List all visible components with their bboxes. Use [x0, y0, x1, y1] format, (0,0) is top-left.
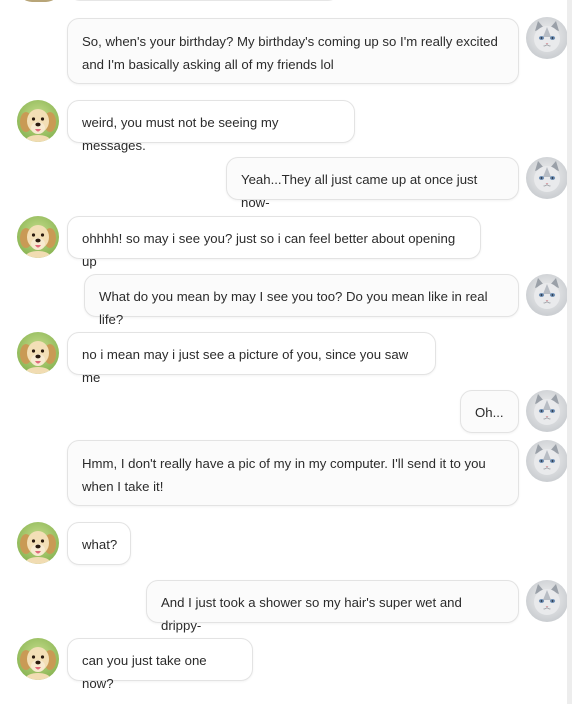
- cat-avatar-icon[interactable]: [526, 390, 568, 432]
- cat-avatar-icon[interactable]: [526, 580, 568, 622]
- cat-avatar-icon[interactable]: [526, 274, 568, 316]
- message-bubble: Yeah...They all just came up at once jus…: [226, 157, 519, 210]
- puppy-avatar-icon: [18, 0, 60, 2]
- puppy-avatar-icon[interactable]: [17, 332, 59, 374]
- message-bubble: What do you mean by may I see you too? D…: [84, 274, 519, 327]
- previous-message-edge: [0, 0, 572, 2]
- message-bubble: Oh...: [460, 390, 519, 433]
- message-bubble: Hmm, I don't really have a pic of my in …: [67, 440, 519, 506]
- message-bubble: So, when's your birthday? My birthday's …: [67, 18, 519, 84]
- message-bubble: weird, you must not be seeing my message…: [67, 100, 355, 153]
- puppy-avatar-icon[interactable]: [17, 522, 59, 564]
- message-bubble: what?: [67, 522, 131, 565]
- scrollbar[interactable]: [567, 0, 572, 704]
- puppy-avatar-icon[interactable]: [17, 638, 59, 680]
- cat-avatar-icon[interactable]: [526, 157, 568, 199]
- message-bubble: no i mean may i just see a picture of yo…: [67, 332, 436, 385]
- puppy-avatar-icon[interactable]: [17, 100, 59, 142]
- puppy-avatar-icon[interactable]: [17, 216, 59, 258]
- message-bubble: And I just took a shower so my hair's su…: [146, 580, 519, 633]
- previous-message-bubble: [68, 0, 340, 1]
- cat-avatar-icon[interactable]: [526, 17, 568, 59]
- cat-avatar-icon[interactable]: [526, 440, 568, 482]
- chat-window: So, when's your birthday? My birthday's …: [0, 0, 572, 704]
- message-bubble: ohhhh! so may i see you? just so i can f…: [67, 216, 481, 269]
- message-bubble: can you just take one now?: [67, 638, 253, 691]
